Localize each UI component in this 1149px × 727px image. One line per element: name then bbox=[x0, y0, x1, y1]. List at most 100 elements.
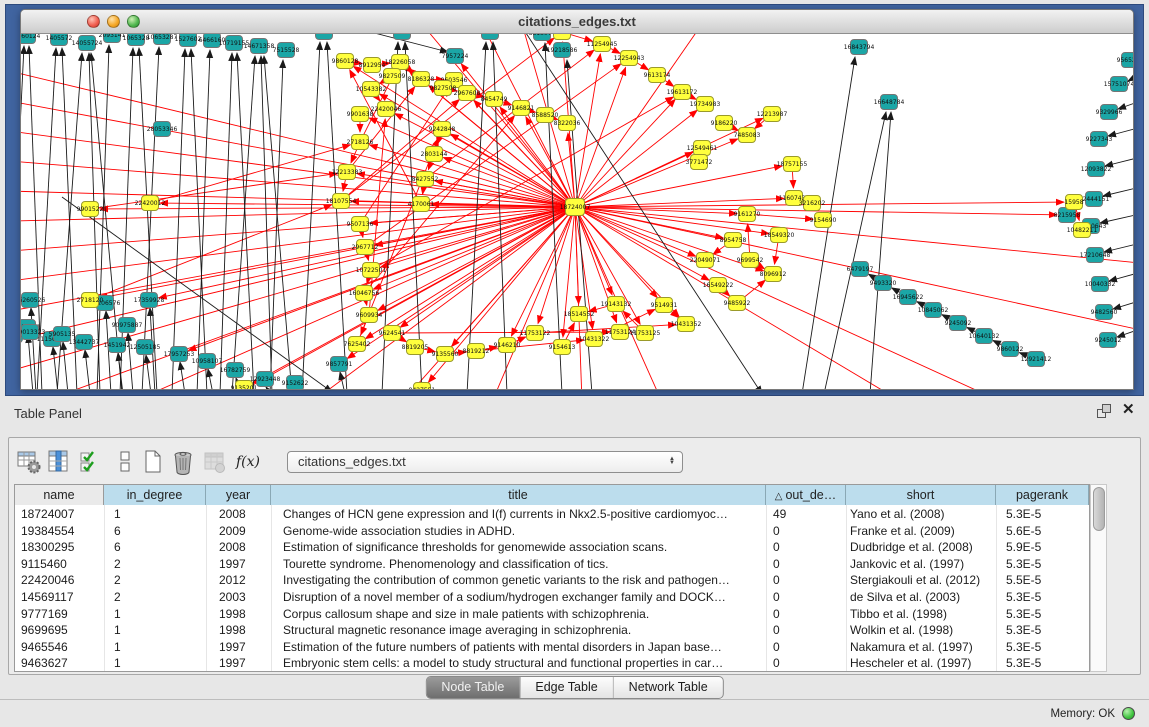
black-edge[interactable] bbox=[28, 335, 33, 390]
cell-short[interactable]: Wolkin et al. (1998) bbox=[850, 622, 994, 639]
cell-title[interactable]: Investigating the contribution of common… bbox=[283, 572, 764, 589]
cell-out_de[interactable]: 0 bbox=[773, 622, 844, 639]
cell-short[interactable]: Tibbo et al. (1998) bbox=[850, 606, 994, 623]
cell-pagerank[interactable]: 5.6E-5 bbox=[1006, 523, 1087, 540]
cell-year[interactable]: 1997 bbox=[219, 639, 269, 656]
cell-title[interactable]: Embryonic stem cells: a model to study s… bbox=[283, 655, 764, 672]
black-edge[interactable] bbox=[142, 47, 159, 390]
black-edge[interactable] bbox=[327, 42, 347, 390]
black-edge[interactable] bbox=[332, 34, 448, 52]
cell-year[interactable]: 1997 bbox=[219, 556, 269, 573]
cell-pagerank[interactable]: 5.3E-5 bbox=[1006, 589, 1087, 606]
column-header-out_de[interactable]: △out_de… bbox=[766, 485, 846, 505]
cell-in_degree[interactable]: 2 bbox=[114, 589, 204, 606]
tab-network-table[interactable]: Network Table bbox=[613, 677, 723, 698]
cell-year[interactable]: 2009 bbox=[219, 523, 269, 540]
column-header-title[interactable]: title bbox=[271, 485, 766, 505]
cell-in_degree[interactable]: 1 bbox=[114, 622, 204, 639]
table-row[interactable]: 946362711997Embryonic stem cells: a mode… bbox=[15, 655, 1089, 672]
column-header-name[interactable]: name bbox=[15, 485, 104, 505]
cell-in_degree[interactable]: 1 bbox=[114, 506, 204, 523]
tab-node-table[interactable]: Node Table bbox=[426, 677, 519, 698]
cell-pagerank[interactable]: 5.3E-5 bbox=[1006, 506, 1087, 523]
cell-out_de[interactable]: 49 bbox=[773, 506, 844, 523]
black-edge[interactable] bbox=[1103, 185, 1133, 196]
table-settings-icon[interactable] bbox=[16, 449, 42, 475]
table-vertical-scrollbar[interactable] bbox=[1090, 484, 1107, 672]
cell-out_de[interactable]: 0 bbox=[773, 539, 844, 556]
cell-out_de[interactable]: 0 bbox=[773, 639, 844, 656]
scrollbar-thumb[interactable] bbox=[1093, 487, 1105, 531]
select-columns-icon[interactable] bbox=[78, 449, 104, 475]
cell-name[interactable]: 9699695 bbox=[21, 622, 102, 639]
cell-name[interactable]: 9463627 bbox=[21, 655, 102, 672]
black-edge[interactable] bbox=[1109, 270, 1133, 281]
cell-name[interactable]: 18300295 bbox=[21, 539, 102, 556]
cell-out_de[interactable]: 0 bbox=[773, 556, 844, 573]
cell-title[interactable]: Genome-wide association studies in ADHD. bbox=[283, 523, 764, 540]
column-header-in_degree[interactable]: in_degree bbox=[104, 485, 206, 505]
red-edge[interactable] bbox=[425, 50, 594, 179]
black-edge[interactable] bbox=[1108, 125, 1133, 136]
cell-in_degree[interactable]: 2 bbox=[114, 572, 204, 589]
black-edge[interactable] bbox=[1118, 98, 1133, 109]
black-edge[interactable] bbox=[264, 56, 292, 390]
table-row[interactable]: 14569117 2 2003 Disruption of a novel membe… bbox=[15, 589, 1089, 606]
cell-pagerank[interactable]: 5.3E-5 bbox=[1006, 639, 1087, 656]
red-edge[interactable] bbox=[575, 166, 782, 207]
black-edge[interactable] bbox=[180, 362, 185, 390]
delete-table-icon[interactable] bbox=[170, 449, 196, 475]
new-table-icon[interactable] bbox=[140, 449, 166, 475]
cell-pagerank[interactable]: 5.3E-5 bbox=[1006, 606, 1087, 623]
cell-year[interactable]: 2012 bbox=[219, 572, 269, 589]
cell-year[interactable]: 2008 bbox=[219, 506, 269, 523]
red-edge[interactable] bbox=[42, 207, 575, 390]
table-row[interactable]: 2242004622012Investigating the contribut… bbox=[15, 572, 1089, 589]
cell-out_de[interactable]: 0 bbox=[773, 572, 844, 589]
cell-title[interactable]: Estimation of significance thresholds fo… bbox=[283, 539, 764, 556]
red-edge[interactable] bbox=[392, 332, 610, 333]
table-row[interactable]: 946554611997Estimation of the future num… bbox=[15, 639, 1089, 656]
network-table-selector[interactable]: citations_edges.txt ▲▼ bbox=[287, 451, 683, 473]
cell-name[interactable]: 14569117 bbox=[21, 589, 102, 606]
table-row[interactable]: 18724007 1 2008 Changes of HCN gene express… bbox=[15, 506, 1089, 523]
cell-year[interactable]: 2008 bbox=[219, 539, 269, 556]
cell-name[interactable]: 9115460 bbox=[21, 556, 102, 573]
cell-short[interactable]: Jankovic et al. (1997) bbox=[850, 556, 994, 573]
cell-short[interactable]: de Silva et al. (2003) bbox=[850, 589, 994, 606]
cell-year[interactable]: 1998 bbox=[219, 622, 269, 639]
cell-out_de[interactable]: 0 bbox=[773, 523, 844, 540]
cell-name[interactable]: 18724007 bbox=[21, 506, 102, 523]
cell-title[interactable]: Disruption of a novel member of a sodium… bbox=[283, 589, 764, 606]
black-edge[interactable] bbox=[261, 56, 272, 390]
black-edge[interactable] bbox=[1100, 212, 1133, 223]
network-canvas[interactable]: 9360124140557214055724209314110653281065… bbox=[21, 34, 1133, 390]
cell-year[interactable]: 1998 bbox=[219, 606, 269, 623]
tab-edge-table[interactable]: Edge Table bbox=[519, 677, 612, 698]
cell-pagerank[interactable]: 5.3E-5 bbox=[1006, 556, 1087, 573]
cell-pagerank[interactable]: 5.9E-5 bbox=[1006, 539, 1087, 556]
show-columns-icon[interactable] bbox=[46, 449, 72, 475]
cell-title[interactable]: Estimation of the future numbers of pati… bbox=[283, 639, 764, 656]
cell-out_de[interactable]: 0 bbox=[773, 606, 844, 623]
cell-year[interactable]: 1997 bbox=[219, 655, 269, 672]
table-row[interactable]: 1830029562008Estimation of significance … bbox=[15, 539, 1089, 556]
black-edge[interactable] bbox=[1128, 70, 1133, 81]
table-row[interactable]: 1938455462009Genome-wide association stu… bbox=[15, 523, 1089, 540]
cell-name[interactable]: 19384554 bbox=[21, 523, 102, 540]
cell-pagerank[interactable]: 5.5E-5 bbox=[1006, 572, 1087, 589]
cell-title[interactable]: Corpus callosum shape and size in male p… bbox=[283, 606, 764, 623]
cell-year[interactable]: 2003 bbox=[219, 589, 269, 606]
cell-short[interactable]: Dudbridge et al. (2008) bbox=[850, 539, 994, 556]
row-toggle-icon[interactable] bbox=[112, 449, 138, 475]
cell-title[interactable]: Changes of HCN gene expression and I(f) … bbox=[283, 506, 764, 523]
black-edge[interactable] bbox=[85, 350, 90, 390]
cell-in_degree[interactable]: 1 bbox=[114, 606, 204, 623]
cell-pagerank[interactable]: 5.3E-5 bbox=[1006, 655, 1087, 672]
window-titlebar[interactable]: citations_edges.txt bbox=[21, 10, 1133, 34]
table-row[interactable]: 911546021997Tourette syndrome. Phenomeno… bbox=[15, 556, 1089, 573]
cell-in_degree[interactable]: 2 bbox=[114, 556, 204, 573]
black-edge[interactable] bbox=[1105, 155, 1133, 166]
cell-in_degree[interactable]: 1 bbox=[114, 639, 204, 656]
cell-short[interactable]: Yano et al. (2008) bbox=[850, 506, 994, 523]
